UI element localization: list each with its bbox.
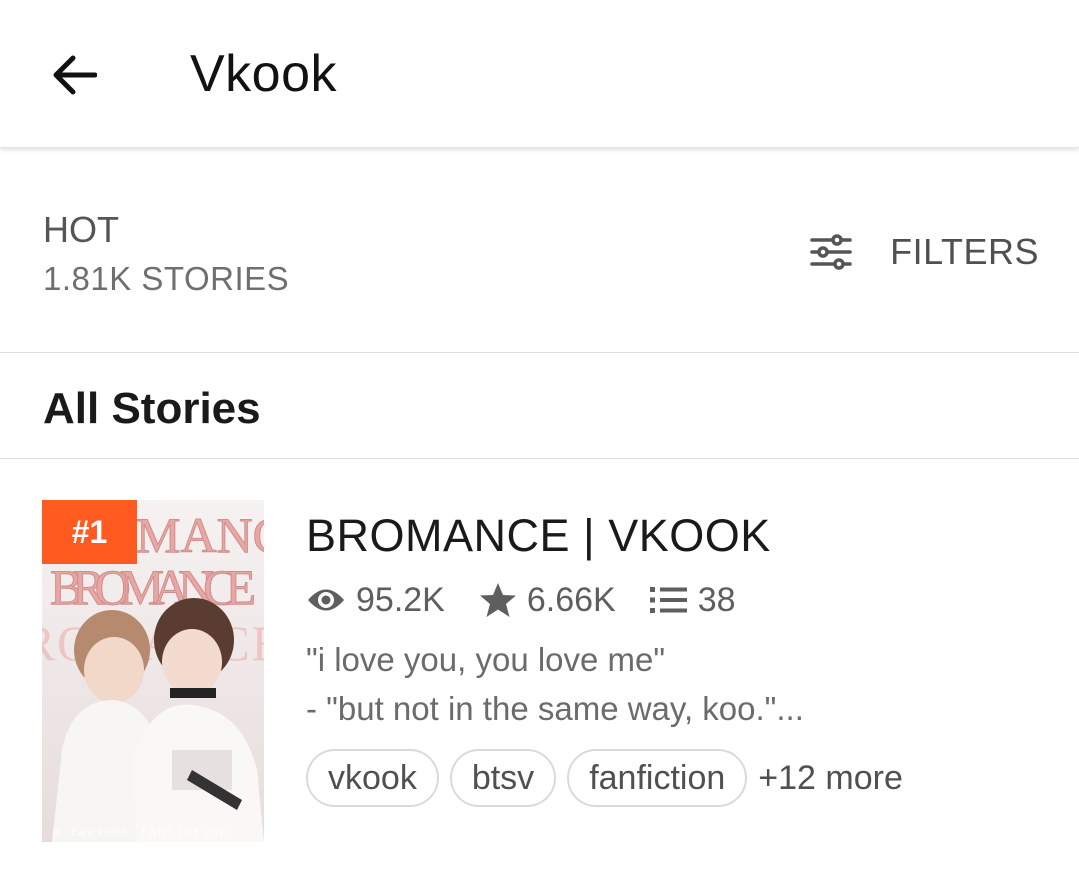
more-tags-link[interactable]: +12 more: [758, 759, 903, 798]
section-header: All Stories: [0, 354, 1079, 459]
tag-list: vkook btsv fanfiction +12 more: [306, 749, 903, 807]
parts-count: 38: [697, 580, 736, 619]
votes-count: 6.66K: [526, 580, 616, 619]
page-title: Vkook: [190, 45, 338, 103]
story-count: 1.81K STORIES: [43, 260, 290, 297]
story-cover[interactable]: MANCE BROMANCE ROMANCE a taekook fanfict…: [42, 500, 264, 842]
story-description: "i love you, you love me" - "but not in …: [306, 635, 1006, 733]
story-card[interactable]: MANCE BROMANCE ROMANCE a taekook fanfict…: [0, 460, 1079, 884]
cover-title-line: MANCE: [136, 507, 264, 563]
reads-count: 95.2K: [356, 580, 445, 619]
parts-stat: 38: [649, 580, 736, 620]
sliders-icon: [810, 234, 852, 270]
back-button[interactable]: [40, 44, 108, 106]
list-icon: [649, 587, 687, 613]
sort-bar: HOT 1.81K STORIES FILTERS: [0, 150, 1079, 353]
story-title[interactable]: BROMANCE | VKOOK: [306, 510, 771, 562]
tag-chip[interactable]: fanfiction: [567, 749, 748, 807]
filters-button[interactable]: FILTERS: [810, 222, 1039, 282]
description-line: - "but not in the same way, koo."...: [306, 690, 804, 727]
cover-title-line: BROMANCE: [50, 559, 256, 615]
tag-chip[interactable]: vkook: [306, 749, 439, 807]
star-icon: [479, 583, 516, 617]
eye-icon: [308, 589, 344, 611]
story-stats: 95.2K 6.66K 38: [306, 578, 770, 622]
filters-label: FILTERS: [890, 231, 1039, 272]
sort-label[interactable]: HOT: [43, 209, 119, 251]
votes-stat: 6.66K: [479, 581, 616, 620]
rank-badge: #1: [42, 500, 137, 564]
tag-chip[interactable]: btsv: [449, 749, 557, 807]
description-line: "i love you, you love me": [306, 641, 666, 678]
section-title: All Stories: [43, 384, 261, 433]
reads-stat: 95.2K: [306, 581, 445, 620]
arrow-left-icon: [53, 55, 97, 95]
app-bar: Vkook: [0, 0, 1079, 148]
cover-caption: a taekook fanfiction: [52, 825, 228, 840]
